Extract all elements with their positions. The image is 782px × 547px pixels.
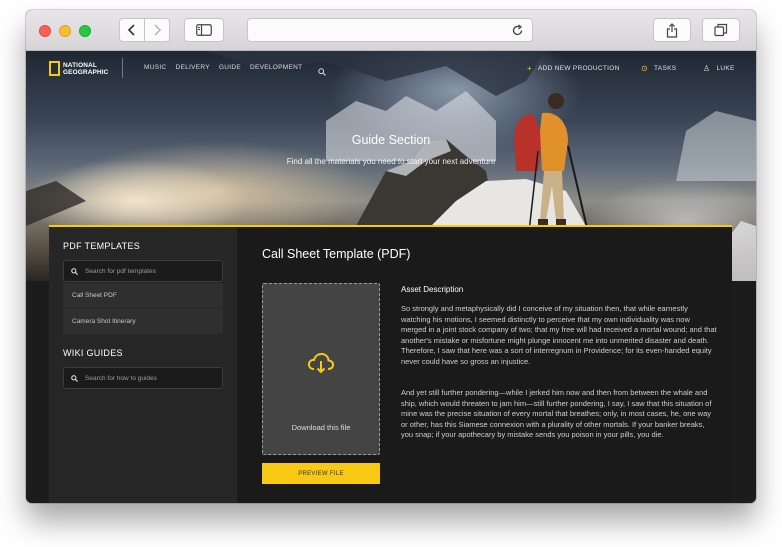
web-page: NATIONAL GEOGRAPHIC MUSIC DELIVERY GUIDE… (26, 51, 756, 503)
share-button[interactable] (653, 18, 691, 42)
list-item-call-sheet-pdf[interactable]: Call Sheet PDF (63, 283, 223, 309)
asset-description-paragraph-2: And yet still further pondering—while I … (401, 388, 712, 439)
search-icon (71, 374, 78, 382)
tasks-icon: ⊙ (641, 64, 649, 73)
search-icon (71, 267, 78, 275)
guide-content-panel: PDF TEMPLATES Call Sheet PDF Camera Shot… (49, 225, 732, 503)
share-icon (666, 22, 678, 38)
wiki-search-input[interactable] (85, 374, 215, 382)
forward-button[interactable] (144, 18, 170, 42)
hero-subtitle: Find all the materials you need to start… (286, 157, 496, 166)
asset-detail: Call Sheet Template (PDF) Download this … (237, 227, 732, 503)
tasks-link[interactable]: ⊙ TASKS (641, 64, 676, 73)
plus-icon: + (527, 64, 532, 73)
minimize-window-button[interactable] (59, 25, 71, 37)
close-window-button[interactable] (39, 25, 51, 37)
add-new-production-link[interactable]: + ADD NEW PRODUCTION (527, 64, 620, 73)
top-navigation: NATIONAL GEOGRAPHIC MUSIC DELIVERY GUIDE… (26, 51, 756, 85)
chevron-left-icon (127, 24, 135, 36)
browser-window: NATIONAL GEOGRAPHIC MUSIC DELIVERY GUIDE… (26, 10, 756, 503)
pdf-template-list: Call Sheet PDF Camera Shot Itinerary (63, 283, 223, 335)
download-file-label: Download this file (291, 423, 351, 432)
national-geographic-logo[interactable]: NATIONAL GEOGRAPHIC (49, 61, 108, 76)
nav-link-development[interactable]: DEVELOPMENT (250, 64, 302, 71)
preview-file-button[interactable]: PREVIEW FILE (262, 463, 380, 484)
cloud-download-icon (307, 352, 335, 374)
tasks-label: TASKS (654, 65, 677, 72)
asset-description-paragraph-1: So strongly and metaphysically did I con… (401, 304, 717, 366)
chevron-right-icon (154, 24, 162, 36)
nav-divider (122, 58, 123, 78)
nav-links: MUSIC DELIVERY GUIDE DEVELOPMENT (144, 64, 311, 71)
zoom-window-button[interactable] (79, 25, 91, 37)
browser-toolbar (26, 10, 756, 51)
wiki-guides-heading: WIKI GUIDES (63, 348, 123, 358)
sidebar-toggle-button[interactable] (184, 18, 224, 42)
guide-sidebar: PDF TEMPLATES Call Sheet PDF Camera Shot… (49, 227, 237, 503)
nav-search-icon[interactable] (318, 63, 326, 81)
list-item-camera-shot-itinerary[interactable]: Camera Shot Itinerary (63, 309, 223, 335)
hero-title: Guide Section (351, 133, 431, 147)
tabs-icon (714, 23, 728, 37)
user-menu[interactable]: ♙ LUKE (703, 64, 735, 73)
reload-icon[interactable] (511, 24, 524, 37)
nav-link-music[interactable]: MUSIC (144, 64, 166, 71)
asset-description-heading: Asset Description (401, 285, 464, 294)
download-file-area[interactable]: Download this file (262, 283, 380, 455)
logo-line-2: GEOGRAPHIC (63, 68, 109, 76)
wiki-search-box[interactable] (63, 367, 223, 389)
back-button[interactable] (119, 18, 145, 42)
asset-title: Call Sheet Template (PDF) (262, 247, 411, 261)
user-name: LUKE (716, 65, 735, 72)
address-bar[interactable] (247, 18, 533, 42)
nav-link-delivery[interactable]: DELIVERY (175, 64, 209, 71)
pdf-templates-heading: PDF TEMPLATES (63, 241, 141, 251)
user-icon: ♙ (703, 64, 711, 73)
pdf-search-box[interactable] (63, 260, 223, 282)
logo-line-1: NATIONAL (63, 61, 97, 69)
sidebar-icon (196, 24, 212, 36)
pdf-search-input[interactable] (85, 267, 215, 275)
logo-yellow-border-icon (49, 61, 60, 76)
tabs-button[interactable] (702, 18, 740, 42)
nav-link-guide[interactable]: GUIDE (219, 64, 241, 71)
add-new-production-label: ADD NEW PRODUCTION (537, 65, 620, 72)
